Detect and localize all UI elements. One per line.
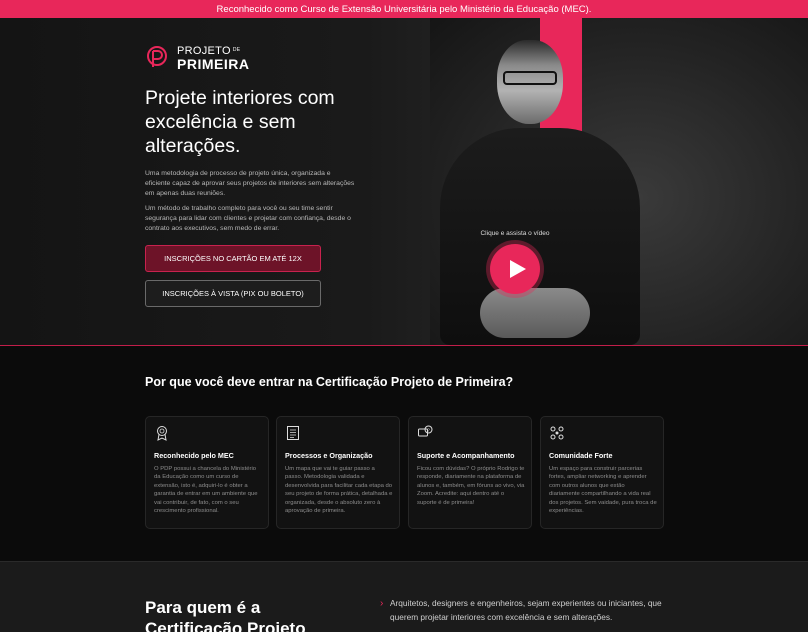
logo-word-primeira: PRIMEIRA — [177, 55, 250, 72]
why-section: Por que você deve entrar na Certificação… — [0, 346, 808, 561]
brand-logo[interactable]: PROJETO DE PRIMEIRA — [145, 44, 265, 72]
card-title: Suporte e Acompanhamento — [417, 451, 515, 460]
document-icon — [287, 426, 299, 440]
logo-word-projeto: PROJETO — [177, 44, 231, 57]
feature-card-process: Processos e Organização Um mapa que vai … — [276, 416, 400, 529]
hero-description-secondary: Um método de trabalho completo para você… — [145, 205, 351, 232]
chat-question-icon: ? — [418, 425, 433, 437]
hero-section: PROJETO DE PRIMEIRA Projete interiores co… — [0, 18, 808, 345]
chevron-right-icon: › — [380, 598, 384, 609]
card-text: Um mapa que vai te guiar passo a passo. … — [285, 466, 393, 515]
instructor-hands-shape — [480, 288, 590, 338]
card-text: Ficou com dúvidas? O próprio Rodrigo te … — [417, 466, 525, 506]
card-title: Reconhecido pelo MEC — [154, 451, 234, 460]
feature-card-support: ? Suporte e Acompanhamento Ficou com dúv… — [408, 416, 532, 529]
target-audience-section: Para quem é a Certificação Projeto › Arq… — [0, 561, 808, 632]
card-title: Processos e Organização — [285, 451, 373, 460]
instructor-glasses-shape — [503, 71, 557, 85]
hero-title: Projete interiores com excelência e sem … — [145, 87, 335, 157]
svg-text:?: ? — [427, 427, 430, 432]
community-icon — [550, 426, 564, 440]
enroll-cash-button[interactable]: INSCRIÇÕES À VISTA (PIX OU BOLETO) — [145, 280, 321, 307]
audience-title: Para quem é a Certificação Projeto — [145, 598, 306, 632]
logo-wordmark: PROJETO DE PRIMEIRA — [177, 44, 250, 72]
card-text: Um espaço para construir parcerias forte… — [549, 466, 657, 515]
logo-word-de: DE — [232, 47, 241, 54]
card-text: O PDP possui a chancela do Ministério da… — [154, 466, 258, 515]
play-video-button[interactable] — [490, 244, 540, 294]
certificate-icon — [157, 426, 167, 441]
play-icon — [510, 260, 526, 278]
enroll-card-button[interactable]: INSCRIÇÕES NO CARTÃO EM ATÉ 12X — [145, 245, 321, 272]
audience-item-text: Arquitetos, designers e engenheiros, sej… — [390, 598, 662, 622]
feature-card-community: Comunidade Forte Um espaço para construi… — [540, 416, 664, 529]
card-title: Comunidade Forte — [549, 451, 613, 460]
video-caption: Clique e assista o vídeo — [480, 230, 550, 237]
announcement-text: Reconhecido como Curso de Extensão Unive… — [216, 3, 592, 15]
announcement-bar: Reconhecido como Curso de Extensão Unive… — [0, 0, 808, 18]
why-title: Por que você deve entrar na Certificação… — [145, 375, 514, 389]
audience-list-item: › Arquitetos, designers e engenheiros, s… — [380, 597, 670, 624]
hero-description: Uma metodologia de processo de projeto ú… — [145, 170, 355, 197]
logo-icon — [147, 46, 167, 67]
feature-card-mec: Reconhecido pelo MEC O PDP possui a chan… — [145, 416, 269, 529]
